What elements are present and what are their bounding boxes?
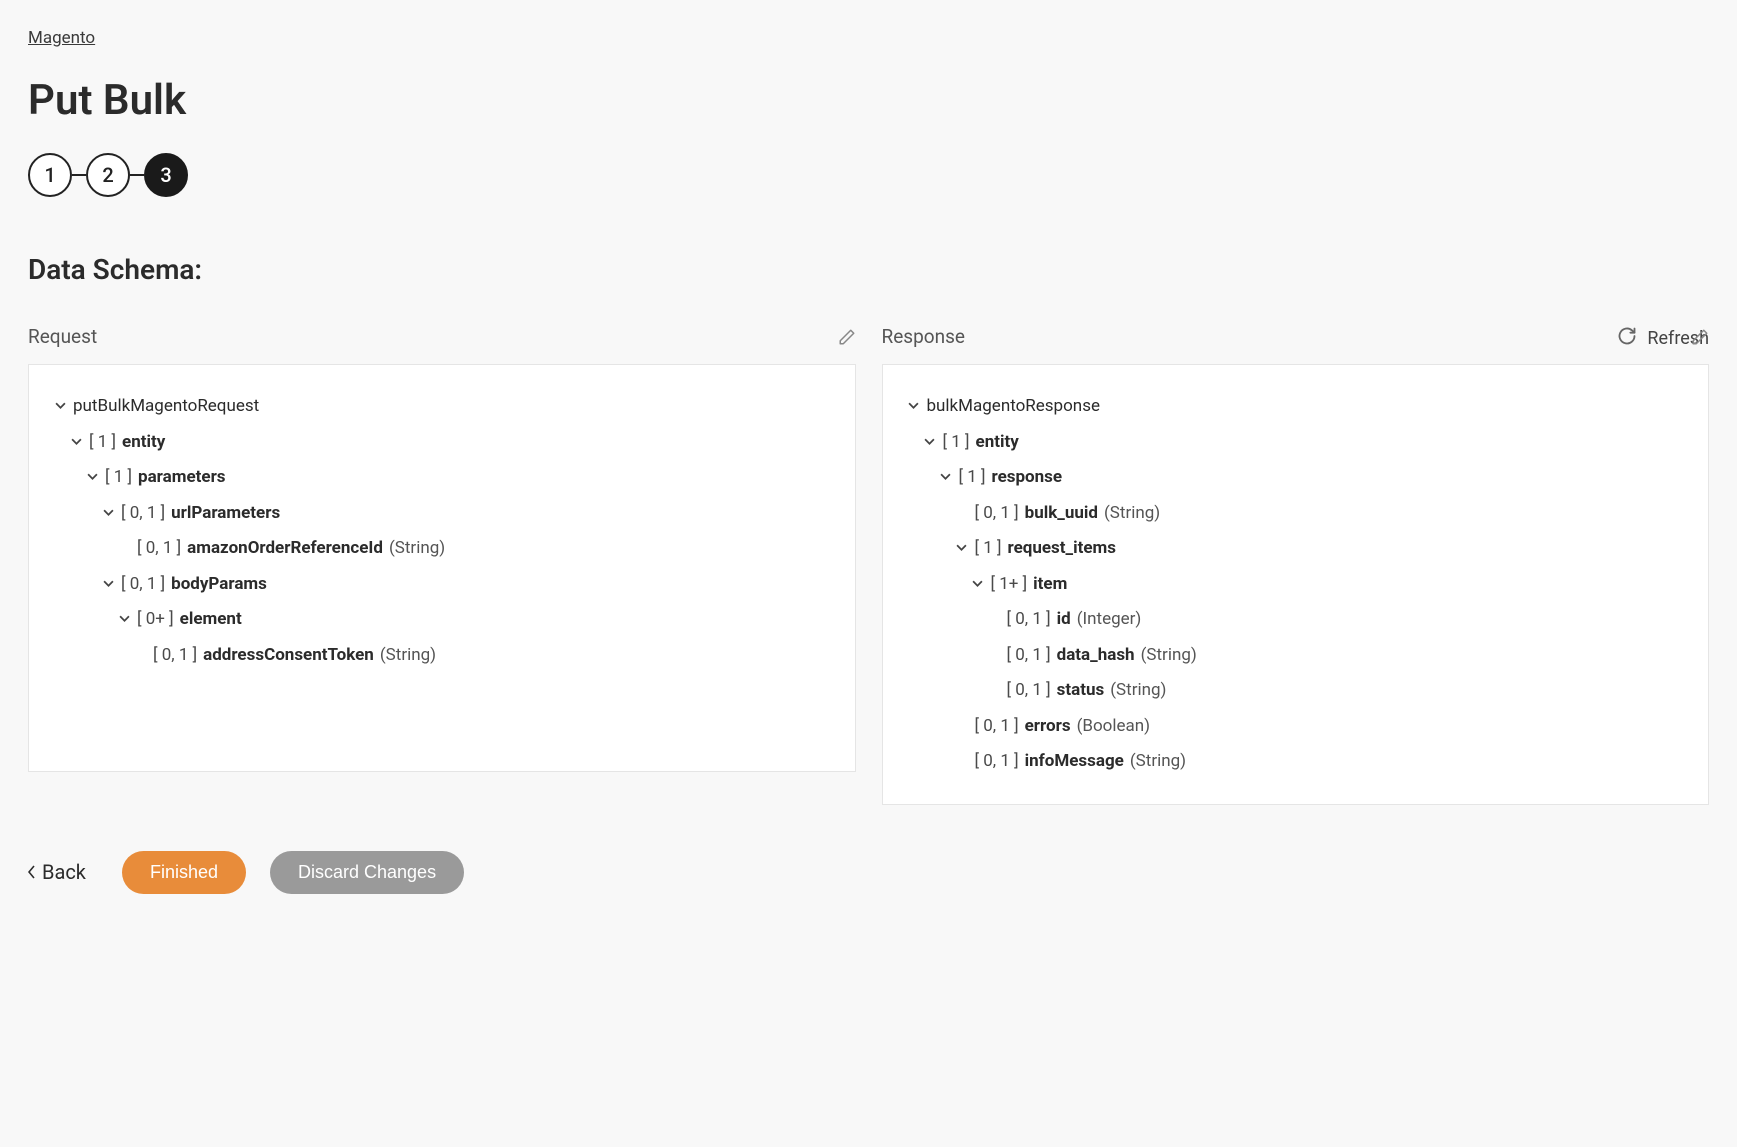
tree-node-label: request_items — [1008, 536, 1116, 562]
stepper: 1 2 3 — [28, 153, 1709, 197]
step-3[interactable]: 3 — [144, 153, 188, 197]
cardinality: [ 0, 1 ] — [975, 501, 1019, 527]
tree-node-label: id — [1057, 607, 1071, 633]
cardinality: [ 1 ] — [975, 536, 1002, 562]
tree-node-label: addressConsentToken — [203, 643, 374, 669]
tree-node-label: bulkMagentoResponse — [927, 394, 1100, 420]
tree-node-label: bodyParams — [171, 572, 267, 598]
chevron-down-icon[interactable] — [907, 400, 921, 411]
tree-node-label: putBulkMagentoRequest — [73, 394, 259, 420]
cardinality: [ 0, 1 ] — [1007, 607, 1051, 633]
tree-node-label: data_hash — [1057, 643, 1135, 669]
type-label: (Integer) — [1077, 607, 1142, 633]
chevron-down-icon[interactable] — [85, 471, 99, 482]
chevron-down-icon[interactable] — [955, 542, 969, 553]
type-label: (String) — [1141, 643, 1197, 669]
cardinality: [ 0, 1 ] — [121, 572, 165, 598]
tree-node-label: amazonOrderReferenceId — [187, 536, 383, 562]
cardinality: [ 0, 1 ] — [121, 501, 165, 527]
tree-node-label: status — [1057, 678, 1105, 704]
step-2[interactable]: 2 — [86, 153, 130, 197]
breadcrumb[interactable]: Magento — [28, 28, 95, 48]
cardinality: [ 0, 1 ] — [153, 643, 197, 669]
cardinality: [ 1 ] — [89, 430, 116, 456]
response-card: bulkMagentoResponse [ 1 ] entity [ 1 ] r… — [882, 364, 1710, 805]
request-card: putBulkMagentoRequest [ 1 ] entity [ 1 ]… — [28, 364, 856, 772]
chevron-down-icon[interactable] — [101, 507, 115, 518]
page-title: Put Bulk — [28, 76, 1709, 125]
tree-node-label: errors — [1025, 714, 1071, 740]
cardinality: [ 1 ] — [959, 465, 986, 491]
discard-changes-button[interactable]: Discard Changes — [270, 851, 464, 894]
edit-icon[interactable] — [1691, 328, 1709, 346]
type-label: (String) — [1110, 678, 1166, 704]
finished-button[interactable]: Finished — [122, 851, 246, 894]
request-label: Request — [28, 325, 97, 348]
edit-icon[interactable] — [838, 328, 856, 346]
chevron-down-icon[interactable] — [101, 578, 115, 589]
cardinality: [ 1 ] — [943, 430, 970, 456]
section-title: Data Schema: — [28, 253, 1709, 286]
cardinality: [ 0, 1 ] — [137, 536, 181, 562]
response-label: Response — [882, 325, 965, 348]
type-label: (Boolean) — [1077, 714, 1151, 740]
type-label: (String) — [380, 643, 436, 669]
cardinality: [ 0, 1 ] — [975, 714, 1019, 740]
back-label: Back — [42, 860, 86, 884]
cardinality: [ 0, 1 ] — [1007, 678, 1051, 704]
request-column: Request putBulkMagentoRequest [ 1 ] enti… — [28, 325, 856, 772]
chevron-down-icon[interactable] — [971, 578, 985, 589]
chevron-down-icon[interactable] — [69, 436, 83, 447]
cardinality: [ 0, 1 ] — [975, 749, 1019, 775]
tree-node-label: entity — [976, 430, 1019, 456]
type-label: (String) — [1130, 749, 1186, 775]
chevron-down-icon[interactable] — [53, 400, 67, 411]
step-separator — [72, 174, 86, 176]
type-label: (String) — [389, 536, 445, 562]
tree-node-label: parameters — [138, 465, 226, 491]
tree-node-label: entity — [122, 430, 165, 456]
response-column: Response bulkMagentoResponse [ 1 ] entit… — [882, 325, 1710, 805]
chevron-down-icon[interactable] — [117, 613, 131, 624]
tree-node-label: item — [1033, 572, 1067, 598]
step-separator — [130, 174, 144, 176]
cardinality: [ 0, 1 ] — [1007, 643, 1051, 669]
tree-node-label: bulk_uuid — [1025, 501, 1098, 527]
tree-node-label: urlParameters — [171, 501, 280, 527]
type-label: (String) — [1104, 501, 1160, 527]
chevron-down-icon[interactable] — [923, 436, 937, 447]
step-1[interactable]: 1 — [28, 153, 72, 197]
tree-node-label: element — [180, 607, 242, 633]
tree-node-label: infoMessage — [1025, 749, 1124, 775]
chevron-down-icon[interactable] — [939, 471, 953, 482]
back-button[interactable]: Back — [28, 860, 98, 884]
cardinality: [ 0+ ] — [137, 607, 174, 633]
tree-node-label: response — [992, 465, 1063, 491]
cardinality: [ 1 ] — [105, 465, 132, 491]
cardinality: [ 1+ ] — [991, 572, 1028, 598]
